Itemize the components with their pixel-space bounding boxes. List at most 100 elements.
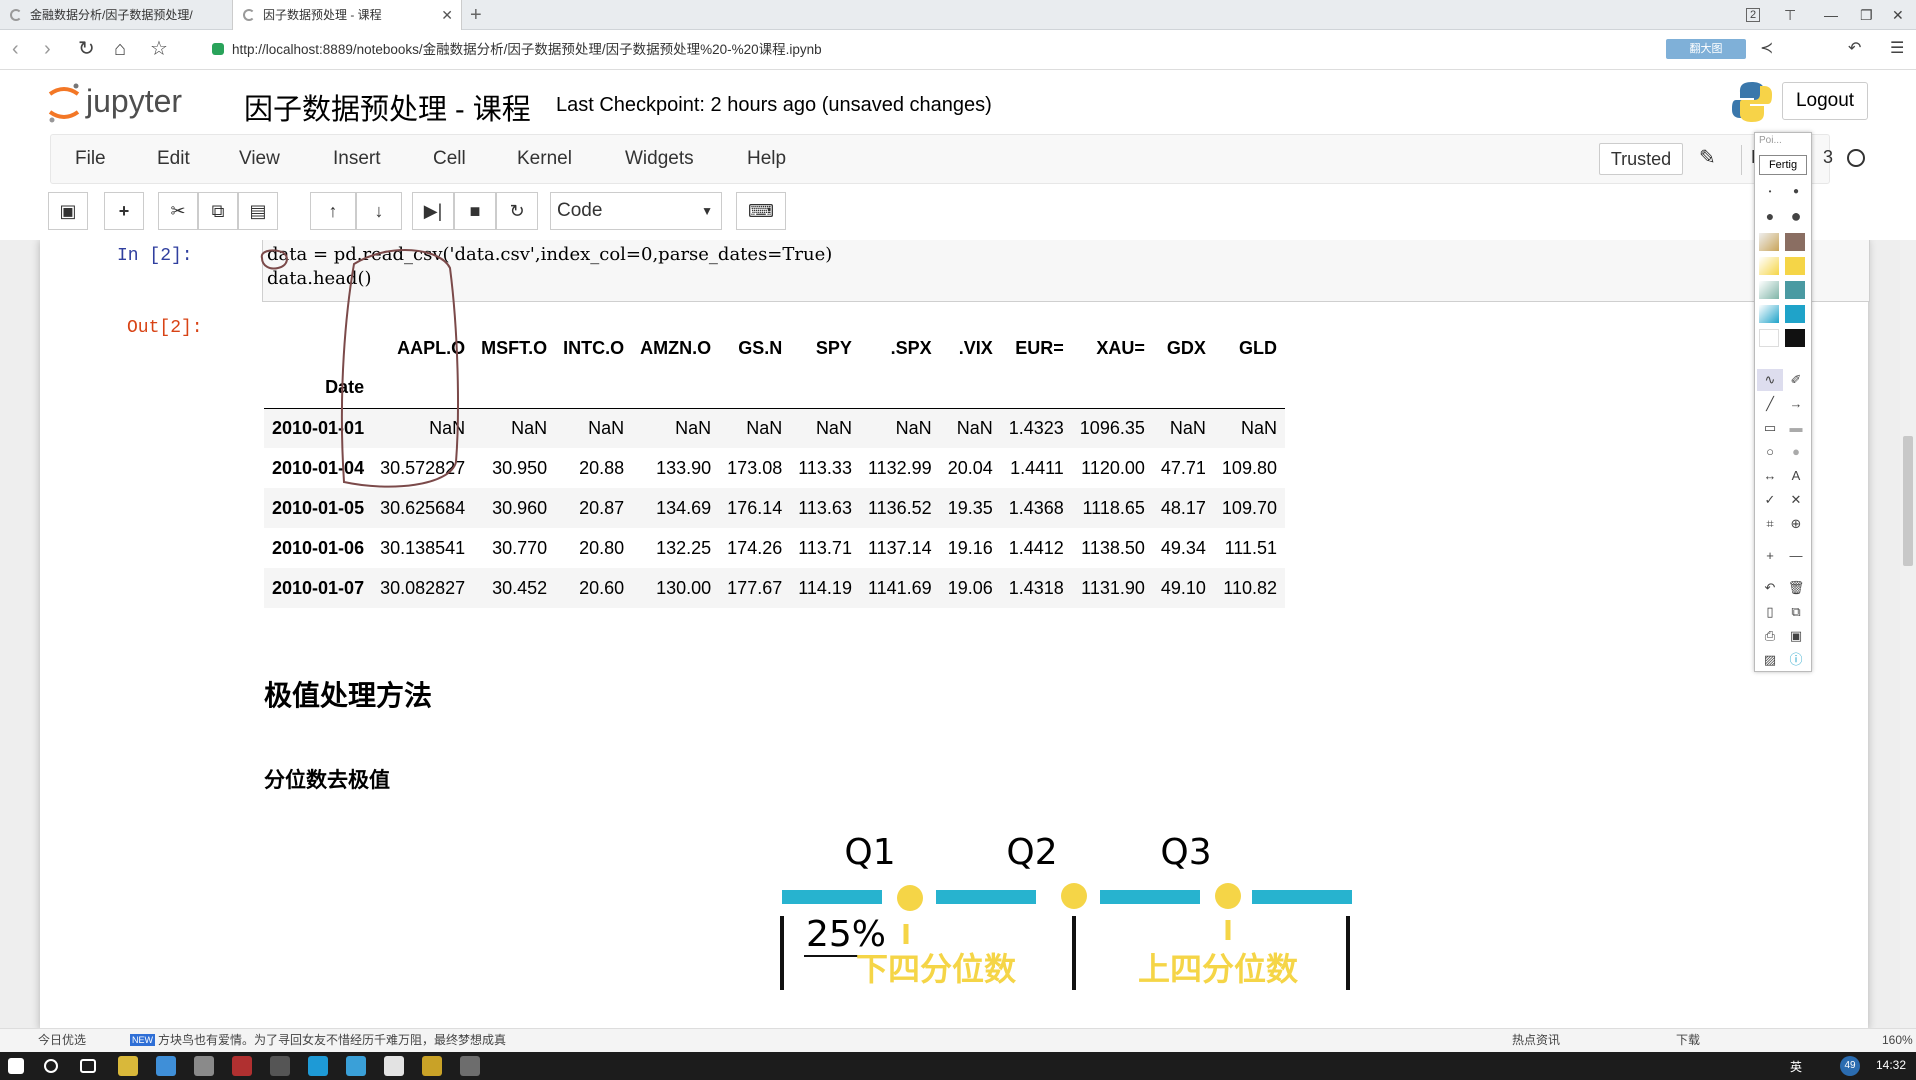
crop-icon[interactable]: ⌗ [1757, 513, 1783, 535]
new-tab-button[interactable]: + [470, 0, 482, 30]
shirt-icon[interactable]: ⊤ [1784, 0, 1796, 30]
menu-edit[interactable]: Edit [157, 135, 190, 183]
double-arrow-icon[interactable]: ↔ [1757, 465, 1783, 487]
copy-page-icon[interactable]: ⧉ [1783, 601, 1809, 623]
menu-widgets[interactable]: Widgets [625, 135, 694, 183]
color-swatch-brown[interactable] [1785, 233, 1805, 251]
color-swatch-teal[interactable] [1785, 281, 1805, 299]
pen-size-xlarge-icon[interactable]: ● [1783, 205, 1809, 227]
save-icon[interactable]: ▣ [48, 192, 88, 230]
taskbar-app-icon[interactable] [346, 1056, 366, 1076]
minimize-icon[interactable]: — [1824, 0, 1838, 30]
logout-button[interactable]: Logout [1782, 82, 1868, 120]
image-icon[interactable]: ▨ [1757, 649, 1783, 671]
taskbar-app-icon[interactable] [460, 1056, 480, 1076]
paste-icon[interactable]: ▤ [238, 192, 278, 230]
browser-tab-folder[interactable]: 金融数据分析/因子数据预处理/ [0, 0, 232, 30]
fertig-button[interactable]: Fertig [1759, 155, 1807, 175]
color-swatch-white[interactable] [1759, 329, 1779, 347]
color-swatch-yellow-fade[interactable] [1759, 257, 1779, 275]
marker-icon[interactable]: ✐ [1783, 369, 1809, 391]
pen-size-small-icon[interactable]: • [1757, 181, 1783, 203]
jupyter-logo[interactable]: jupyter [46, 80, 216, 126]
windows-start-icon[interactable] [8, 1058, 24, 1074]
menu-cell[interactable]: Cell [433, 135, 466, 183]
taskbar-app-icon[interactable] [118, 1056, 138, 1076]
close-window-icon[interactable]: ✕ [1892, 0, 1904, 30]
color-swatch-black[interactable] [1785, 329, 1805, 347]
print-icon[interactable]: ⎙ [1757, 625, 1783, 647]
code-cell[interactable]: data = pd.read_csv('data.csv',index_col=… [262, 240, 1870, 302]
menu-view[interactable]: View [239, 135, 280, 183]
forward-icon[interactable]: › [44, 37, 51, 61]
taskbar-app-icon[interactable] [384, 1056, 404, 1076]
taskbar-app-icon[interactable] [422, 1056, 442, 1076]
stop-icon[interactable]: ■ [454, 192, 496, 230]
cell-type-select[interactable]: Code ▼ [550, 192, 722, 230]
status-news-ticker[interactable]: 方块鸟也有爱情。为了寻回女友不惜经历千难万阻，最终梦想成真 [158, 1029, 506, 1051]
run-icon[interactable]: ▶| [412, 192, 454, 230]
status-zoom[interactable]: 160% [1882, 1029, 1913, 1051]
text-tool-icon[interactable]: A [1783, 465, 1809, 487]
keyboard-icon[interactable]: ⌨ [736, 192, 786, 230]
menu-insert[interactable]: Insert [333, 135, 381, 183]
star-icon[interactable]: ☆ [150, 37, 168, 61]
pen-size-large-icon[interactable]: ● [1757, 205, 1783, 227]
ext-badge[interactable]: 2 [1746, 0, 1761, 30]
pen-size-medium-icon[interactable]: ● [1783, 181, 1809, 203]
notebook-title[interactable]: 因子数据预处理 - 课程 [244, 86, 531, 128]
menu-help[interactable]: Help [747, 135, 786, 183]
browser-tab-notebook[interactable]: 因子数据预处理 - 课程 ✕ [232, 0, 462, 30]
reload-icon[interactable]: ↻ [78, 37, 95, 61]
undo-draw-icon[interactable]: ↶ [1757, 577, 1783, 599]
minus-icon[interactable]: — [1783, 545, 1809, 567]
copy-icon[interactable]: ⧉ [198, 192, 238, 230]
check-icon[interactable]: ✓ [1757, 489, 1783, 511]
undo-icon[interactable]: ↶ [1848, 37, 1861, 61]
move-up-icon[interactable]: ↑ [310, 192, 356, 230]
menu-file[interactable]: File [75, 135, 106, 183]
trash-icon[interactable]: 🗑 [1783, 577, 1809, 599]
save-drawing-icon[interactable]: ▣ [1783, 625, 1809, 647]
menu-kernel[interactable]: Kernel [517, 135, 572, 183]
notification-badge[interactable]: 49 [1840, 1056, 1860, 1076]
taskbar-app-icon[interactable] [270, 1056, 290, 1076]
arrow-icon[interactable]: → [1783, 393, 1809, 415]
input-language[interactable]: 英 [1790, 1058, 1802, 1075]
new-page-icon[interactable]: ▯ [1757, 601, 1783, 623]
color-swatch-cyan[interactable] [1785, 305, 1805, 323]
color-swatch-cyan-fade[interactable] [1759, 305, 1779, 323]
line-icon[interactable]: ╱ [1757, 393, 1783, 415]
share-icon[interactable]: ≺ [1760, 37, 1773, 61]
ellipse-icon[interactable]: ○ [1757, 441, 1783, 463]
cross-icon[interactable]: ✕ [1783, 489, 1809, 511]
move-down-icon[interactable]: ↓ [356, 192, 402, 230]
url-field[interactable]: http://localhost:8889/notebooks/金融数据分析/因… [212, 37, 1672, 63]
scrollbar-thumb[interactable] [1903, 436, 1913, 566]
restart-icon[interactable]: ↻ [496, 192, 538, 230]
translate-badge[interactable]: 翻大图 [1666, 39, 1746, 59]
restore-icon[interactable]: ❐ [1860, 0, 1873, 30]
zoom-icon[interactable]: ⊕ [1783, 513, 1809, 535]
color-swatch-gold-fade[interactable] [1759, 233, 1779, 251]
color-swatch-yellow[interactable] [1785, 257, 1805, 275]
status-left-label[interactable]: 今日优选 [38, 1029, 86, 1051]
back-icon[interactable]: ‹ [12, 37, 19, 61]
menu-icon[interactable]: ☰ [1890, 37, 1904, 61]
search-icon[interactable] [44, 1059, 58, 1073]
status-hot-news[interactable]: 热点资讯 [1512, 1029, 1560, 1051]
taskbar-app-icon[interactable] [156, 1056, 176, 1076]
task-view-icon[interactable] [80, 1059, 96, 1073]
freehand-pen-icon[interactable]: ∿ [1757, 369, 1783, 391]
rectangle-icon[interactable]: ▭ [1757, 417, 1783, 439]
edit-pencil-icon[interactable]: ✎ [1699, 145, 1716, 170]
home-icon[interactable]: ⌂ [114, 37, 126, 61]
page-scrollbar[interactable] [1900, 240, 1916, 1028]
filled-rectangle-icon[interactable]: ▬ [1783, 417, 1809, 439]
add-cell-icon[interactable]: + [104, 192, 144, 230]
color-swatch-teal-fade[interactable] [1759, 281, 1779, 299]
trusted-badge[interactable]: Trusted [1599, 143, 1683, 175]
info-icon[interactable]: ⓘ [1783, 649, 1809, 671]
filled-ellipse-icon[interactable]: ● [1783, 441, 1809, 463]
cut-icon[interactable]: ✂ [158, 192, 198, 230]
